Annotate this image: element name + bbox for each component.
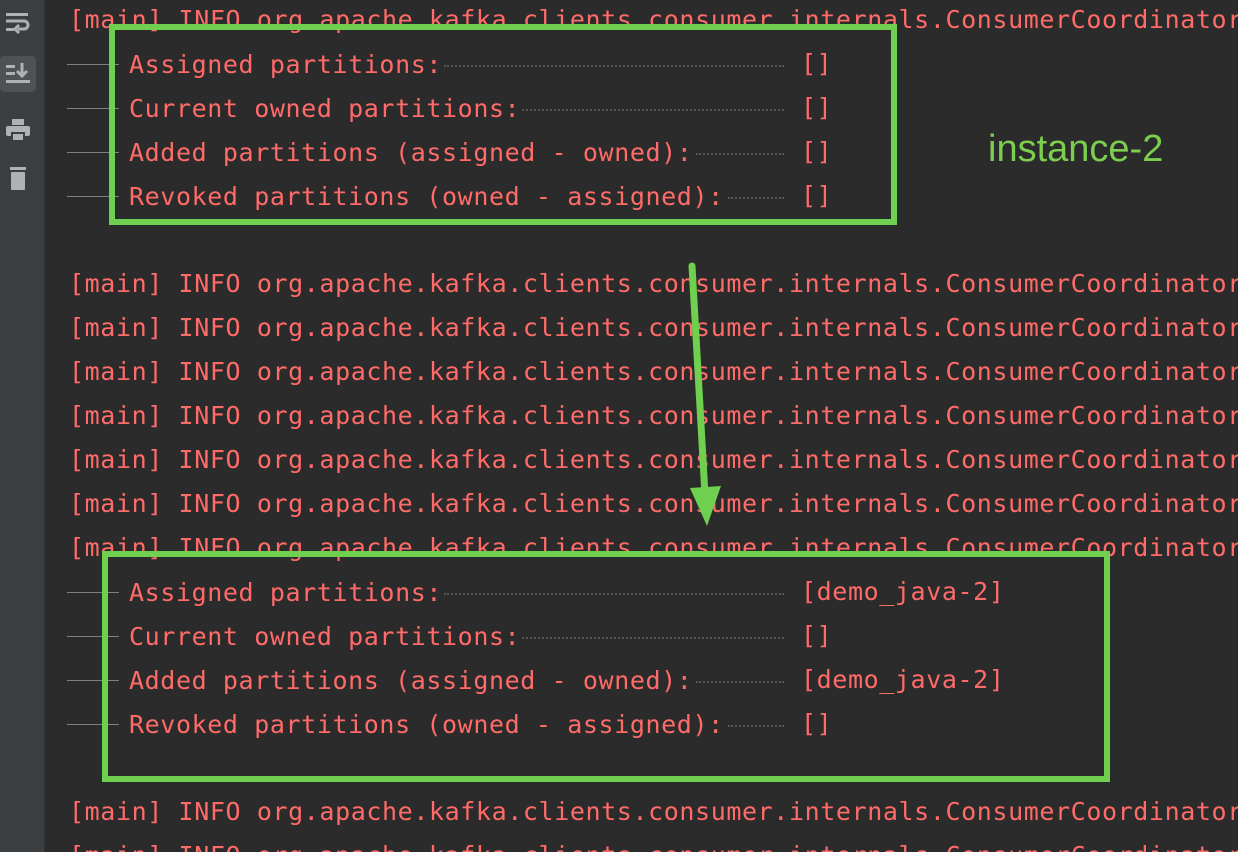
annotation-arrow [688, 262, 721, 526]
